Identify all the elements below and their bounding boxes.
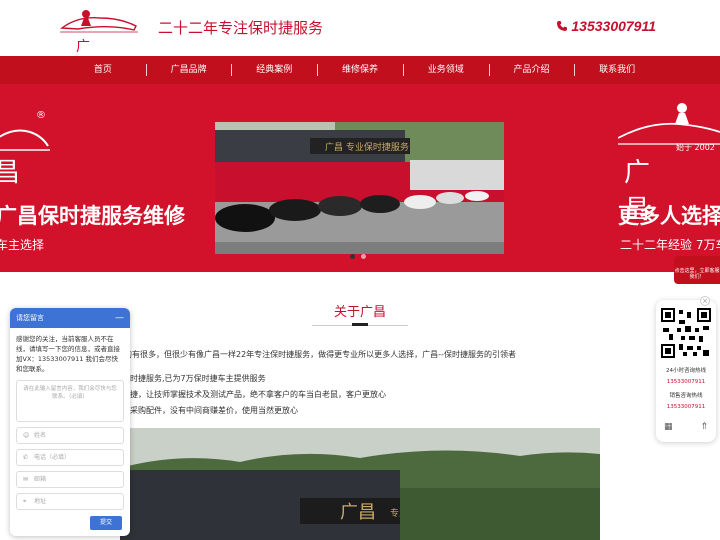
svg-text:广昌: 广昌 (340, 502, 376, 523)
hero-banner[interactable]: ® 昌 广昌保时捷服务维修 车主选择 广昌 专业保时捷服务 始于 2002 广昌… (0, 84, 720, 272)
email-field[interactable]: ✉ 邮箱 (16, 471, 124, 488)
close-icon[interactable]: × (700, 296, 710, 306)
sales-number[interactable]: 13533007911 (656, 404, 716, 410)
site-logo[interactable]: 广 昌 (58, 6, 140, 75)
message-widget-title: 请您留言 (16, 314, 44, 322)
banner-left-title: 广昌保时捷服务维修 (0, 204, 185, 228)
phone-field-placeholder: 电话（必填） (34, 454, 71, 461)
header-phone-number: 13533007911 (571, 18, 656, 34)
slider-dots (350, 254, 366, 259)
hotline-label: 24小时咨询热线 (666, 368, 706, 374)
phone-field[interactable]: ✆ 电话（必填） (16, 449, 124, 466)
about-paragraph-4: 采购配件，没有中间商赚差价，使用当然更放心 (130, 406, 298, 415)
message-widget: 请您留言 — 感谢您的关注，当前客服人员不在线，请填写一下您的信息，或者直接加V… (10, 308, 130, 536)
nav-item-business[interactable]: 业务领域 (402, 56, 489, 84)
phone-icon: ✆ (23, 454, 29, 461)
banner-shop-photo: 广昌 专业保时捷服务 (215, 122, 504, 254)
header-slogan: 二十二年专注保时捷服务 (158, 19, 324, 37)
qr-small-icon[interactable]: ▦ (664, 422, 673, 432)
qr-code-icon (661, 308, 711, 358)
back-to-top-icon[interactable]: ⇑ (700, 422, 708, 432)
about-paragraph-2: 时捷服务,已为7万保时捷车主提供服务 (130, 374, 266, 383)
mail-icon: ✉ (23, 476, 29, 483)
message-widget-notice: 感谢您的关注，当前客服人员不在线，请填写一下您的信息，或者直接加VX：13533… (16, 335, 120, 373)
user-icon: ☺ (23, 432, 30, 439)
banner-right-car-icon (618, 103, 720, 145)
slider-dot-2[interactable] (361, 254, 366, 259)
address-field-placeholder: 地址 (34, 498, 47, 505)
car-logo-icon (60, 10, 138, 33)
name-field[interactable]: ☺ 姓名 (16, 427, 124, 444)
about-paragraph-3: 捷，让技师掌握技术及测试产品，绝不拿客户的车当白老鼠，客户更放心 (130, 390, 386, 399)
about-shop-photo: 广昌 专业保时捷服务 (120, 428, 600, 540)
about-photo-illustration: 广昌 专业保时捷服务 (120, 428, 600, 540)
message-textarea[interactable]: 请在此输入留言内容，我们会尽快与您联系。（必填） (16, 380, 124, 422)
contact-tab-label: 点击这里，立即客服我们！ (674, 268, 720, 280)
nav-item-home[interactable]: 首页 (60, 56, 146, 84)
name-field-placeholder: 姓名 (34, 432, 47, 439)
banner-right-subtitle: 二十二年经验 7万车 (620, 238, 720, 252)
nav-item-maintenance[interactable]: 维修保养 (317, 56, 403, 84)
message-widget-header[interactable]: 请您留言 — (10, 308, 130, 328)
sales-label: 销售咨询热线 (669, 393, 703, 399)
contact-tab[interactable]: 点击这里，立即客服我们！ (674, 256, 720, 284)
about-divider-accent (352, 323, 368, 326)
location-icon: ⌖ (23, 498, 27, 505)
hotline-panel: × 24小时咨询热线 13533007911 销售咨询热线 1353300791… (656, 296, 716, 442)
registered-mark: ® (36, 110, 46, 121)
main-nav: 首页 广昌品牌 经典案例 维修保养 业务领域 产品介绍 联系我们 (0, 56, 720, 84)
banner-right-title: 更多人选择 (618, 204, 720, 228)
nav-item-products[interactable]: 产品介绍 (488, 56, 575, 84)
banner-left-brand: 昌 (0, 158, 21, 188)
email-field-placeholder: 邮箱 (34, 476, 47, 483)
site-header: 广 昌 二十二年专注保时捷服务 13533007911 (0, 0, 720, 75)
nav-item-brand[interactable]: 广昌品牌 (145, 56, 232, 84)
float-icons: ▦ ⇑ (664, 422, 708, 432)
submit-button[interactable]: 提交 (90, 516, 122, 530)
phone-icon (557, 21, 568, 31)
shop-photo-illustration: 广昌 专业保时捷服务 (215, 122, 504, 254)
nav-item-contact[interactable]: 联系我们 (574, 56, 660, 84)
about-paragraph-1: 的有很多，但很少有像广昌一样22年专注保时捷服务，做得更专业所以更多人选择，广昌… (124, 350, 516, 359)
banner-left-subtitle: 车主选择 (0, 238, 45, 252)
svg-text:广昌 专业保时捷服务: 广昌 专业保时捷服务 (325, 141, 409, 153)
slider-dot-1[interactable] (350, 254, 355, 259)
header-phone[interactable]: 13533007911 (556, 18, 656, 34)
address-field[interactable]: ⌖ 地址 (16, 493, 124, 510)
hotline-number[interactable]: 13533007911 (656, 379, 716, 385)
minimize-icon[interactable]: — (115, 308, 124, 328)
nav-item-cases[interactable]: 经典案例 (231, 56, 317, 84)
